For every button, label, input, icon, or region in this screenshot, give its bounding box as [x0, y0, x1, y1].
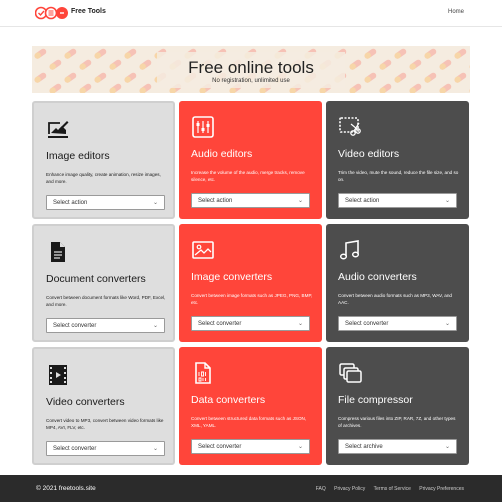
- chevron-down-icon: ⌄: [297, 444, 303, 450]
- card-description: Convert between audio formats such as MP…: [338, 293, 452, 305]
- picture-icon: [192, 241, 214, 259]
- converter-select[interactable]: Select converter ⌄: [46, 318, 165, 333]
- card-title: Video converters: [46, 396, 125, 408]
- hero-subtitle: No registration, unlimited use: [212, 78, 290, 84]
- card-audio-converters[interactable]: Audio converters Convert between audio f…: [326, 224, 469, 342]
- card-description: Trim the video, mute the sound, reduce t…: [338, 170, 459, 182]
- card-file-compressor[interactable]: File compressor Compress various files i…: [326, 347, 469, 465]
- card-audio-editors[interactable]: Audio editors Increase the volume of the…: [179, 101, 322, 219]
- card-title: Image editors: [46, 150, 110, 162]
- chevron-down-icon: ⌄: [152, 200, 158, 206]
- equalizer-icon: [192, 116, 214, 138]
- card-image-converters[interactable]: Image converters Convert between image f…: [179, 224, 322, 342]
- card-title: Video editors: [338, 148, 400, 160]
- video-cut-icon: [339, 117, 361, 136]
- converter-select[interactable]: Select converter ⌄: [191, 316, 310, 331]
- card-title: Data converters: [191, 394, 266, 406]
- card-title: File compressor: [338, 394, 413, 406]
- select-value: Select archive: [345, 444, 383, 450]
- card-title: Audio editors: [191, 148, 253, 160]
- footer-link-terms[interactable]: Terms of Service: [374, 486, 411, 492]
- select-value: Select converter: [345, 321, 389, 327]
- select-value: Select converter: [198, 444, 242, 450]
- card-data-converters[interactable]: Data converters Convert between structur…: [179, 347, 322, 465]
- document-icon: [51, 242, 65, 262]
- select-value: Select converter: [53, 446, 97, 452]
- card-title: Image converters: [191, 271, 273, 283]
- select-value: Select action: [53, 200, 88, 206]
- archive-select[interactable]: Select archive ⌄: [338, 439, 457, 454]
- select-value: Select action: [345, 198, 380, 204]
- card-image-editors[interactable]: Image editors Enhance image quality, cre…: [32, 101, 175, 219]
- select-value: Select action: [198, 198, 233, 204]
- action-select[interactable]: Select action ⌄: [191, 193, 310, 208]
- card-description: Convert between image formats such as JP…: [191, 293, 313, 305]
- chevron-down-icon: ⌄: [152, 323, 158, 329]
- chevron-down-icon: ⌄: [444, 321, 450, 327]
- card-video-editors[interactable]: Video editors Trim the video, mute the s…: [326, 101, 469, 219]
- card-title: Document converters: [46, 273, 146, 285]
- footer-link-faq[interactable]: FAQ: [316, 486, 326, 492]
- chevron-down-icon: ⌄: [444, 444, 450, 450]
- card-description: Convert between document formats like Wo…: [46, 295, 166, 307]
- film-icon: [49, 365, 67, 385]
- action-select[interactable]: Select action ⌄: [46, 195, 165, 210]
- select-value: Select converter: [198, 321, 242, 327]
- site-footer: © 2021 freetools.site FAQ Privacy Policy…: [0, 475, 502, 502]
- chevron-down-icon: ⌄: [297, 321, 303, 327]
- hero-banner: Free online tools No registration, unlim…: [32, 46, 470, 93]
- action-select[interactable]: Select action ⌄: [338, 193, 457, 208]
- card-description: Convert between structured data formats …: [191, 416, 307, 428]
- nav-home-link[interactable]: Home: [448, 9, 464, 15]
- binary-file-icon: [195, 362, 211, 384]
- converter-select[interactable]: Select converter ⌄: [191, 439, 310, 454]
- logo-icon[interactable]: [35, 6, 69, 20]
- converter-select[interactable]: Select converter ⌄: [46, 441, 165, 456]
- footer-link-privacy-preferences[interactable]: Privacy Preferences: [419, 486, 464, 492]
- archive-icon: [339, 363, 362, 383]
- footer-link-privacy-policy[interactable]: Privacy Policy: [334, 486, 365, 492]
- card-description: Enhance image quality, create animation,…: [46, 172, 161, 184]
- card-video-converters[interactable]: Video converters Convert video to MP3, c…: [32, 347, 175, 465]
- card-description: Compress various files into ZIP, RAR, 7Z…: [338, 416, 456, 428]
- card-description: Increase the volume of the audio, merge …: [191, 170, 305, 182]
- brand-name[interactable]: Free Tools: [71, 8, 106, 15]
- image-edit-icon: [48, 121, 69, 138]
- card-title: Audio converters: [338, 271, 417, 283]
- copyright-text: © 2021 freetools.site: [36, 485, 96, 492]
- converter-select[interactable]: Select converter ⌄: [338, 316, 457, 331]
- footer-links: FAQ Privacy Policy Terms of Service Priv…: [309, 486, 464, 492]
- hero-title: Free online tools: [188, 58, 314, 77]
- chevron-down-icon: ⌄: [444, 198, 450, 204]
- select-value: Select converter: [53, 323, 97, 329]
- chevron-down-icon: ⌄: [297, 198, 303, 204]
- music-note-icon: [339, 240, 360, 260]
- site-header: Free Tools Home: [0, 0, 502, 27]
- card-description: Convert video to MP3, convert between vi…: [46, 418, 164, 430]
- card-document-converters[interactable]: Document converters Convert between docu…: [32, 224, 175, 342]
- chevron-down-icon: ⌄: [152, 446, 158, 452]
